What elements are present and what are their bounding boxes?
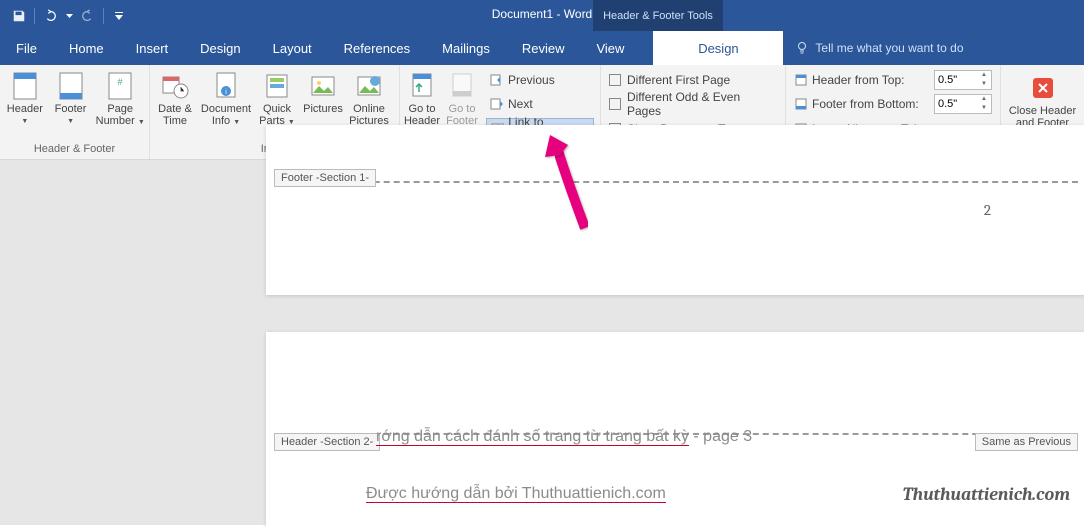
document-info-button[interactable]: i DocumentInfo ▼ — [198, 67, 254, 142]
header-from-top-label: Header from Top: — [812, 73, 930, 87]
tab-references[interactable]: References — [328, 31, 426, 65]
next-icon — [490, 97, 504, 111]
page-1: Footer -Section 1- 2 — [266, 125, 1084, 295]
document-title: Document1 - Word — [0, 7, 1084, 21]
svg-text:#: # — [118, 77, 123, 87]
footer-section-tab: Footer -Section 1- — [274, 169, 376, 187]
date-time-button[interactable]: Date &Time — [152, 67, 198, 142]
tab-layout[interactable]: Layout — [257, 31, 328, 65]
redo-icon[interactable] — [75, 3, 101, 29]
page-2: Header -Section 2- Same as Previous rớng… — [266, 332, 1084, 527]
page-number-button[interactable]: # PageNumber ▼ — [93, 67, 147, 142]
next-button[interactable]: Next — [486, 93, 594, 115]
tab-design[interactable]: Design — [184, 31, 256, 65]
header-button[interactable]: Header▼ — [2, 67, 48, 142]
footer-button[interactable]: Footer▼ — [48, 67, 94, 142]
footer-from-bottom-label: Footer from Bottom: — [812, 97, 930, 111]
tab-mailings[interactable]: Mailings — [426, 31, 506, 65]
watermark-text: Thuthuattienich.com — [902, 484, 1070, 505]
tab-file[interactable]: File — [0, 31, 53, 65]
document-area[interactable]: Footer -Section 1- 2 Header -Section 2- … — [0, 160, 1084, 525]
undo-icon[interactable] — [37, 3, 63, 29]
header-top-icon — [794, 73, 808, 87]
heading-text: rớng dẫn cách đánh số trang từ trang bất… — [376, 427, 752, 446]
same-as-previous-tab: Same as Previous — [975, 433, 1078, 451]
lightbulb-icon — [795, 41, 809, 55]
previous-button[interactable]: Previous — [486, 69, 594, 91]
different-odd-even-checkbox[interactable]: Different Odd & Even Pages — [609, 93, 777, 115]
tab-insert[interactable]: Insert — [120, 31, 185, 65]
tell-me-search[interactable]: Tell me what you want to do — [783, 31, 975, 65]
credit-text: Được hướng dẫn bởi Thuthuattienich.com — [366, 484, 666, 503]
save-icon[interactable] — [6, 3, 32, 29]
different-first-page-checkbox[interactable]: Different First Page — [609, 69, 777, 91]
ribbon-tabs: File Home Insert Design Layout Reference… — [0, 31, 1084, 65]
header-section-tab: Header -Section 2- — [274, 433, 380, 451]
undo-dropdown-icon[interactable] — [63, 3, 75, 29]
group-label-hf: Header & Footer — [0, 142, 149, 159]
qat-customize-icon[interactable] — [106, 3, 132, 29]
tab-home[interactable]: Home — [53, 31, 120, 65]
page-number: 2 — [984, 201, 991, 219]
title-bar: Document1 - Word Header & Footer Tools — [0, 0, 1084, 31]
tab-hf-design[interactable]: Design — [653, 31, 783, 65]
footer-from-bottom-input[interactable]: ▲▼ — [934, 94, 992, 114]
footer-bottom-icon — [794, 97, 808, 111]
previous-icon — [490, 73, 504, 87]
tab-view[interactable]: View — [580, 31, 640, 65]
tell-me-label: Tell me what you want to do — [815, 41, 963, 55]
contextual-tab-label: Header & Footer Tools — [593, 0, 723, 31]
tab-review[interactable]: Review — [506, 31, 581, 65]
header-from-top-input[interactable]: ▲▼ — [934, 70, 992, 90]
